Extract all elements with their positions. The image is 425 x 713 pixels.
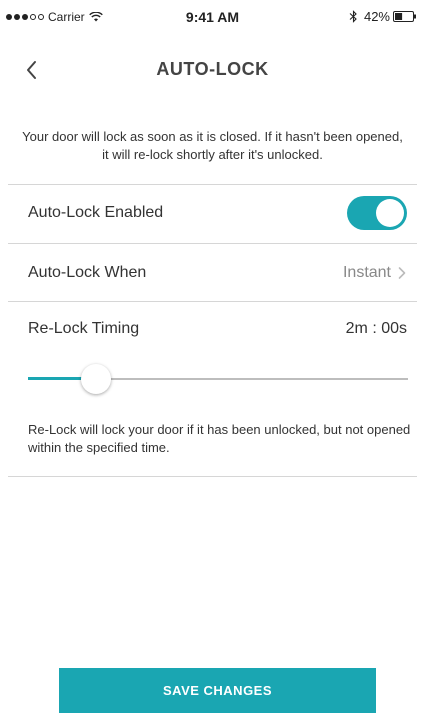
divider	[8, 243, 417, 244]
divider	[8, 476, 417, 477]
chevron-right-icon	[398, 267, 406, 279]
divider	[8, 184, 417, 185]
battery-percent: 42%	[363, 9, 390, 24]
relock-timing-label: Re-Lock Timing	[28, 320, 140, 337]
page-title: AUTO-LOCK	[156, 59, 269, 79]
status-bar: Carrier 9:41 AM 42%	[0, 0, 425, 36]
status-right: 42%	[349, 9, 417, 24]
bluetooth-icon	[349, 10, 357, 23]
relock-timing-value: 2m : 00s	[345, 320, 407, 337]
relock-footnote: Re-Lock will lock your door if it has be…	[28, 422, 411, 455]
save-changes-button[interactable]: SAVE CHANGES	[59, 668, 376, 713]
relock-timing-slider[interactable]	[28, 364, 408, 394]
auto-lock-when-value: Instant	[342, 264, 391, 281]
divider	[8, 301, 417, 302]
auto-lock-enabled-label: Auto-Lock Enabled	[28, 204, 164, 221]
battery-icon	[393, 11, 416, 22]
auto-lock-screen: Carrier 9:41 AM 42% AUTO-LOCK Your door …	[0, 0, 425, 713]
auto-lock-when-label: Auto-Lock When	[28, 264, 147, 281]
toggle-knob	[376, 199, 404, 227]
auto-lock-enabled-toggle[interactable]	[347, 196, 407, 230]
slider-thumb[interactable]	[81, 364, 111, 394]
nav-bar: AUTO-LOCK	[0, 50, 425, 90]
intro-description: Your door will lock as soon as it is clo…	[22, 129, 403, 162]
auto-lock-when-selector[interactable]: Instant	[343, 264, 407, 282]
